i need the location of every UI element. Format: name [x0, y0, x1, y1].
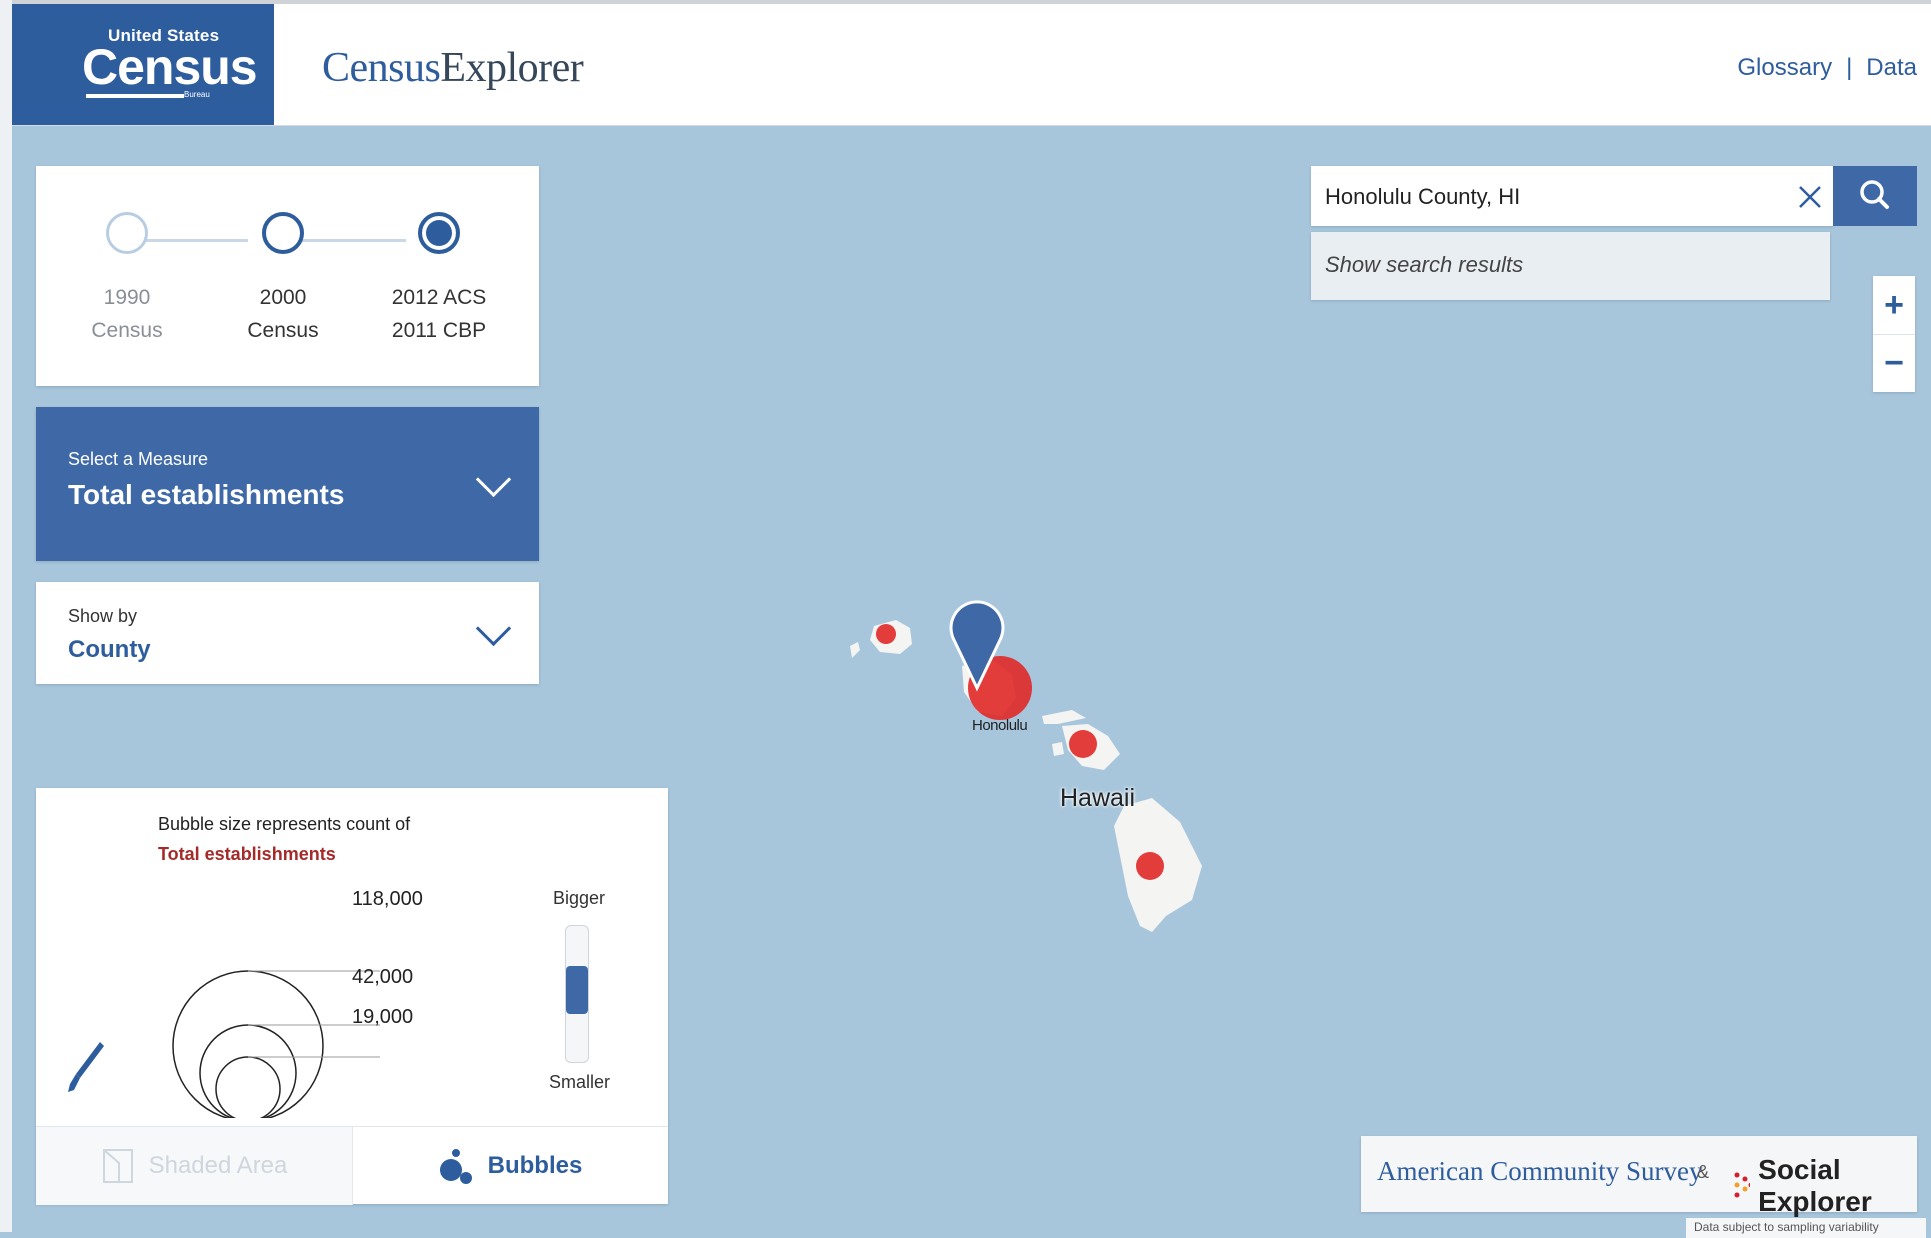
timeline-1990-line1: 1990	[103, 286, 151, 309]
show-search-results-button[interactable]: Show search results	[1311, 232, 1830, 300]
bubble-maui	[1069, 730, 1097, 758]
nav-separator: |	[1846, 54, 1853, 81]
legend-measure-name: Total establishments	[158, 844, 336, 864]
measure-caption: Select a Measure	[68, 449, 209, 469]
app-title-part1: Census	[322, 45, 441, 91]
legend-circle-large	[172, 970, 324, 1118]
nav-glossary-link[interactable]: Glossary	[1737, 54, 1832, 81]
app-title[interactable]: CensusExplorer	[322, 44, 584, 92]
island-niihau	[850, 642, 860, 658]
legend-value-small: 19,000	[352, 1006, 414, 1028]
slider-bigger-label: Bigger	[553, 888, 606, 908]
close-icon[interactable]	[1797, 184, 1823, 210]
bubble-kauai	[876, 624, 896, 644]
shaded-area-icon	[102, 1149, 133, 1183]
bubble-size-slider[interactable]	[565, 925, 589, 1063]
search-results-label: Show search results	[1325, 252, 1524, 277]
timeline-2000-line2: Census	[247, 319, 319, 342]
timeline-2000-line1: 2000	[259, 286, 307, 309]
slider-handle[interactable]	[566, 966, 588, 1014]
acs-link[interactable]: American Community Survey	[1377, 1156, 1702, 1187]
logo-main-text: Census	[82, 39, 258, 95]
legend-value-large: 118,000	[352, 888, 423, 910]
island-lanai	[1052, 742, 1064, 756]
timeline-1990-line2: Census	[91, 319, 163, 342]
tab-bubbles[interactable]: Bubbles	[352, 1127, 668, 1205]
timeline-label-1990[interactable]: 1990 Census	[57, 281, 197, 347]
timeline-track-2	[296, 239, 406, 242]
top-nav: Glossary | Data	[1737, 54, 1917, 82]
timeline-panel: 1990 Census 2000 Census 2012 ACS 2011 CB…	[36, 166, 539, 386]
show-by-value: County	[68, 636, 151, 663]
search-button[interactable]	[1833, 166, 1917, 226]
chevron-down-icon	[475, 610, 512, 647]
tab-shaded-area[interactable]: Shaded Area	[36, 1127, 353, 1205]
census-logo[interactable]: United States Census Bureau	[12, 4, 274, 125]
app-header: United States Census Bureau CensusExplor…	[12, 4, 1931, 126]
logo-sub-text: Bureau	[184, 90, 210, 99]
social-explorer-logo-icon	[1734, 1172, 1751, 1198]
social-explorer-label: Social Explorer	[1758, 1154, 1872, 1217]
map-city-label: Honolulu	[972, 717, 1028, 734]
zoom-control: + −	[1873, 276, 1915, 392]
search-icon	[1860, 180, 1889, 209]
legend-value-medium: 42,000	[352, 966, 414, 988]
timeline-dot-1990[interactable]	[106, 212, 148, 254]
slider-smaller-label: Smaller	[549, 1072, 611, 1092]
zoom-in-button[interactable]: +	[1873, 276, 1915, 334]
nav-data-link[interactable]: Data	[1866, 54, 1917, 81]
island-molokai	[1042, 710, 1086, 724]
measure-dropdown[interactable]: Select a Measure Total establishments	[36, 407, 539, 561]
app-title-part2: Explorer	[440, 45, 584, 91]
timeline-dot-2012[interactable]	[418, 212, 460, 254]
show-by-caption: Show by	[68, 606, 138, 626]
legend-caption: Bubble size represents count of	[158, 814, 411, 834]
tab-shaded-area-label: Shaded Area	[148, 1152, 288, 1179]
bubble-size-legend	[172, 970, 380, 1118]
show-by-dropdown[interactable]: Show by County	[36, 582, 539, 684]
zoom-out-button[interactable]: −	[1873, 334, 1915, 392]
timeline-label-2012[interactable]: 2012 ACS 2011 CBP	[369, 281, 509, 347]
paintbrush-icon[interactable]	[66, 1040, 106, 1094]
legend-panel: Bubble size represents count of Total es…	[36, 788, 668, 1205]
social-explorer-link[interactable]: Social Explorer	[1733, 1154, 1917, 1218]
search-box	[1311, 166, 1833, 226]
sampling-note: Data subject to sampling variability	[1686, 1218, 1926, 1238]
tab-bubbles-label: Bubbles	[487, 1152, 583, 1179]
logo-underline	[86, 94, 184, 98]
measure-value: Total establishments	[68, 479, 345, 510]
attribution-panel: American Community Survey & Social Explo…	[1361, 1136, 1917, 1217]
bubbles-icon	[439, 1149, 472, 1184]
timeline-dot-2000[interactable]	[262, 212, 304, 254]
bubble-hawaii	[1136, 852, 1164, 880]
timeline-track-1	[142, 239, 248, 242]
timeline-2012-line1: 2012 ACS	[391, 286, 487, 309]
map-region-label: Hawaii	[1060, 784, 1136, 812]
view-mode-tabs: Shaded Area Bubbles	[36, 1126, 668, 1205]
legend-circle-small	[215, 1056, 281, 1118]
timeline-2012-line2: 2011 CBP	[391, 319, 487, 342]
chevron-down-icon	[475, 461, 512, 498]
timeline-label-2000[interactable]: 2000 Census	[213, 281, 353, 347]
search-input[interactable]	[1323, 180, 1767, 214]
attribution-amp: &	[1697, 1162, 1710, 1182]
legend-circle-medium	[199, 1024, 297, 1118]
